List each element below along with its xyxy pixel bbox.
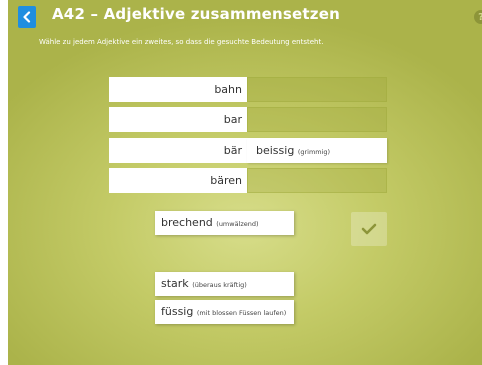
tile-gloss: (überaus kräftig) — [192, 281, 247, 289]
answer-tile[interactable]: brechend (umwälzend) — [155, 211, 294, 235]
word-stem: bar — [109, 107, 247, 132]
tile-word: stark — [161, 277, 189, 290]
word-stem: bären — [109, 168, 247, 193]
answer-slot[interactable] — [247, 107, 387, 132]
word-stem: bär — [109, 138, 247, 163]
answer-tile[interactable]: stark (überaus kräftig) — [155, 272, 294, 296]
word-row: bär beissig (grimmig) — [109, 138, 387, 163]
answer-slot-filled[interactable]: beissig (grimmig) — [247, 138, 387, 163]
word-stem: bahn — [109, 77, 247, 102]
checkmark-icon — [361, 223, 377, 235]
tile-word: brechend — [161, 216, 213, 229]
instruction-text: Wähle zu jedem Adjektive ein zweites, so… — [39, 38, 324, 46]
answer-slot[interactable] — [247, 77, 387, 102]
tile-gloss: (umwälzend) — [216, 220, 259, 228]
word-row: bären — [109, 168, 387, 193]
answer-word: beissig — [256, 144, 295, 157]
word-row: bar — [109, 107, 387, 132]
check-button[interactable] — [351, 212, 387, 246]
back-button[interactable] — [18, 6, 36, 28]
help-icon[interactable]: ? — [474, 10, 482, 24]
chevron-left-icon — [23, 11, 31, 23]
answer-tile[interactable]: füssig (mit blossen Füssen laufen) — [155, 300, 294, 324]
tile-gloss: (mit blossen Füssen laufen) — [196, 309, 287, 317]
exercise-stage: A42 – Adjektive zusammensetzen Wähle zu … — [8, 0, 482, 365]
answer-gloss: (grimmig) — [297, 148, 331, 156]
page-title: A42 – Adjektive zusammensetzen — [52, 5, 340, 23]
word-row: bahn — [109, 77, 387, 102]
tile-word: füssig — [161, 305, 194, 318]
answer-slot[interactable] — [247, 168, 387, 193]
